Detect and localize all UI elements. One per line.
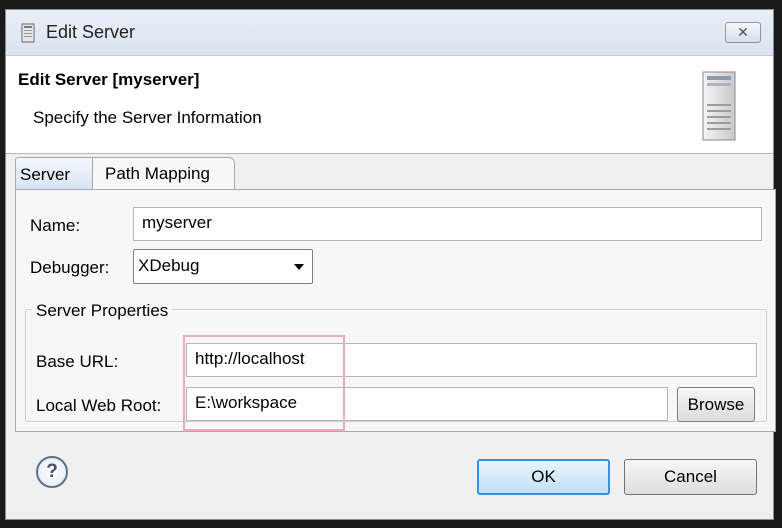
tab-server[interactable]: Server (15, 157, 95, 190)
name-field[interactable]: myserver (133, 207, 762, 241)
server-properties-legend: Server Properties (32, 301, 173, 321)
server-app-icon (21, 23, 35, 43)
local-web-root-field[interactable]: E:\workspace (186, 387, 668, 421)
debugger-value: XDebug (138, 256, 200, 275)
title-bar[interactable]: Edit Server ✕ (6, 10, 773, 56)
close-button[interactable]: ✕ (725, 22, 761, 43)
debugger-select[interactable]: XDebug (133, 249, 313, 284)
wizard-header: Edit Server [myserver] Specify the Serve… (6, 56, 773, 154)
browse-button[interactable]: Browse (677, 387, 755, 422)
cancel-button[interactable]: Cancel (624, 459, 757, 495)
debugger-label: Debugger: (30, 258, 110, 277)
close-icon: ✕ (737, 24, 749, 40)
ok-button[interactable]: OK (477, 459, 610, 495)
header-subtitle: Specify the Server Information (33, 108, 262, 127)
server-tower-icon (702, 71, 736, 141)
help-icon[interactable]: ? (36, 456, 68, 488)
dropdown-arrow-icon (294, 264, 304, 270)
tab-server-label: Server (20, 165, 71, 184)
header-title: Edit Server [myserver] (18, 70, 200, 89)
server-tab-panel: Name: myserver Debugger: XDebug Server P… (15, 189, 776, 432)
help-symbol: ? (46, 461, 58, 482)
window-title: Edit Server (46, 22, 136, 42)
local-web-root-label: Local Web Root: (36, 396, 162, 415)
base-url-field[interactable]: http://localhost (186, 343, 757, 377)
tab-path-mapping[interactable]: Path Mapping (92, 157, 235, 189)
edit-server-dialog: Edit Server ✕ Edit Server [myserver] Spe… (5, 9, 776, 520)
name-label: Name: (30, 216, 81, 235)
tab-path-mapping-label: Path Mapping (105, 164, 210, 183)
base-url-label: Base URL: (36, 352, 119, 371)
